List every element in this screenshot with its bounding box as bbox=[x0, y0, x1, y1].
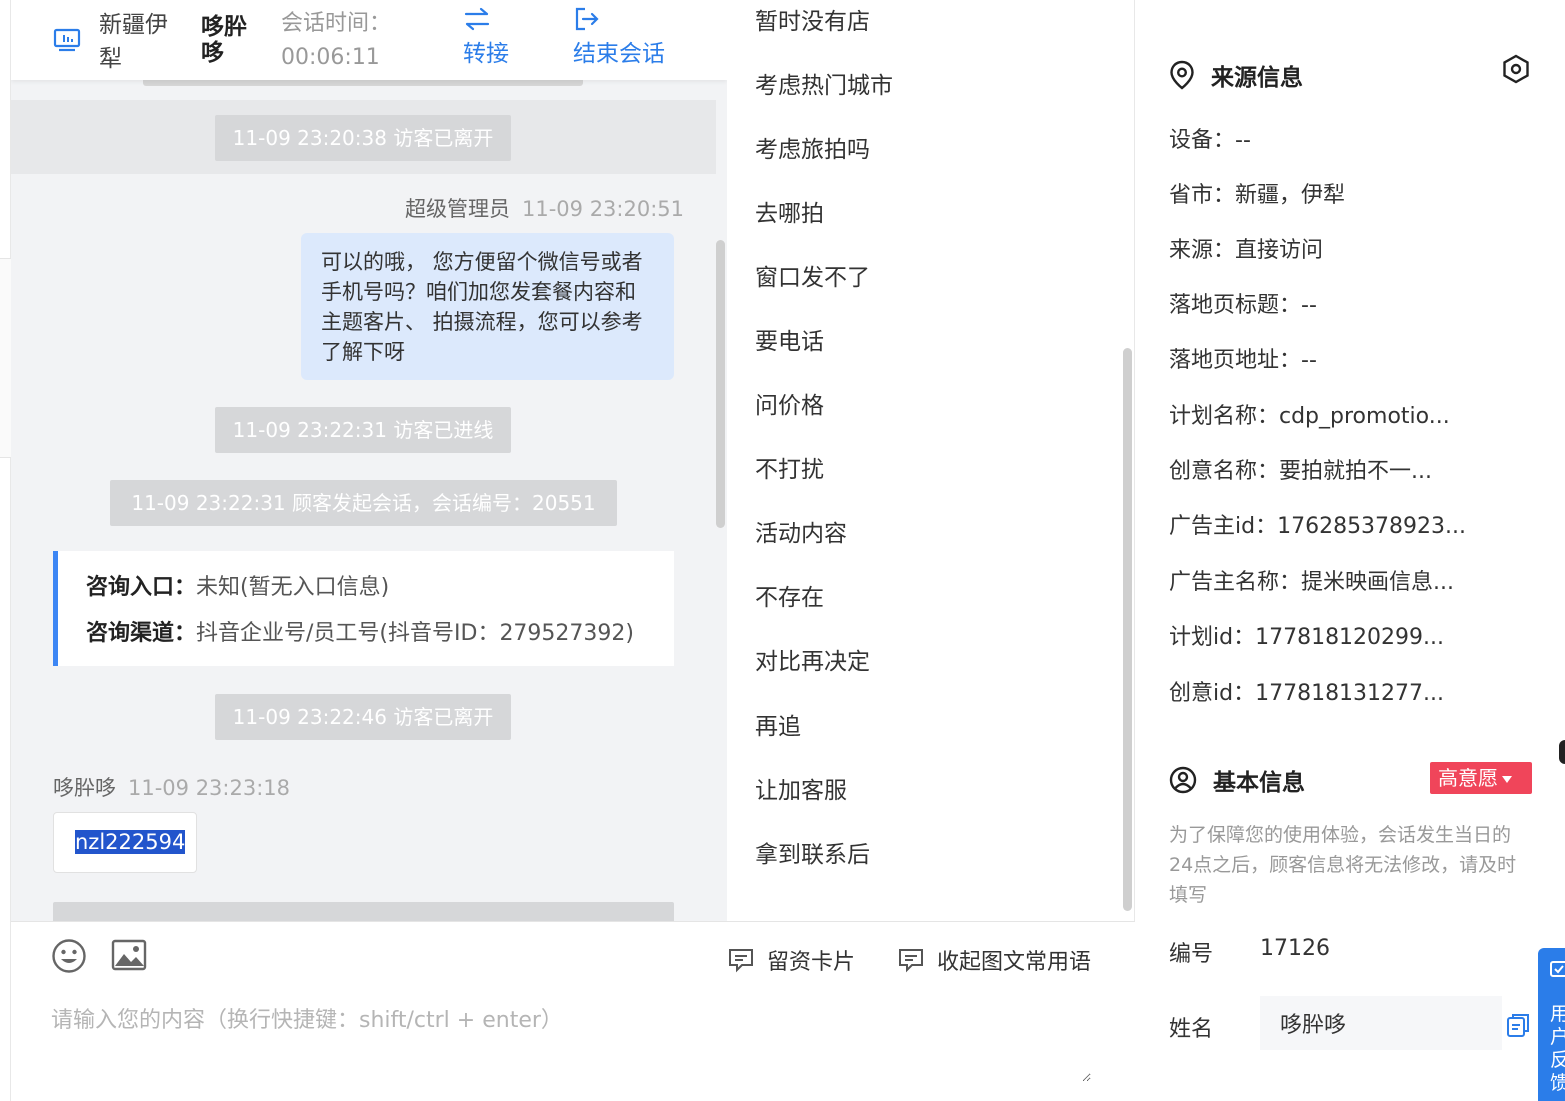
advertiser-name: 广告主名称：提米映画信息... bbox=[1169, 570, 1454, 595]
system-message-partial bbox=[53, 902, 674, 921]
visitor-message-text[interactable]: nzl222594 bbox=[75, 830, 186, 854]
logout-icon bbox=[575, 7, 599, 31]
card-icon bbox=[729, 949, 753, 973]
collapse-common-phrases-button[interactable]: 收起图文常用语 bbox=[897, 944, 1091, 976]
collapse-common-phrases-label: 收起图文常用语 bbox=[937, 950, 1092, 975]
source-device: 设备：-- bbox=[1169, 128, 1251, 153]
end-session-label: 结束会话 bbox=[573, 41, 665, 67]
plan-name: 计划名称：cdp_promotio... bbox=[1169, 404, 1450, 429]
customer-name-label: 姓名 bbox=[1169, 1017, 1214, 1042]
quick-reply-item[interactable]: 考虑热门城市 bbox=[755, 66, 893, 100]
caret-down-icon bbox=[1502, 776, 1512, 783]
edit-deadline-notice: 为了保障您的使用体验，会话发生当日的24点之后，顾客信息将无法修改，请及时填写 bbox=[1169, 824, 1517, 906]
agent-message-bubble: 可以的哦， 您方便留个微信号或者手机号吗？咱们加您发套餐内容和主题客片、 拍摄流… bbox=[301, 233, 674, 380]
agent-name: 超级管理员 bbox=[405, 197, 510, 221]
copy-icon[interactable] bbox=[1505, 1012, 1531, 1038]
feedback-label: 用户反馈 bbox=[1550, 1003, 1565, 1094]
source-info-title: 来源信息 bbox=[1169, 58, 1303, 92]
quick-reply-item[interactable]: 不存在 bbox=[755, 578, 824, 612]
monitor-icon bbox=[53, 28, 81, 52]
quick-reply-item[interactable]: 对比再决定 bbox=[755, 642, 870, 676]
visitor-message-time: 11-09 23:23:18 bbox=[128, 776, 291, 800]
quick-reply-item[interactable]: 考虑旅拍吗 bbox=[755, 130, 870, 164]
creative-id: 创意id：177818131277... bbox=[1169, 681, 1445, 706]
customer-id-label: 编号 bbox=[1169, 942, 1214, 967]
end-session-button[interactable]: 结束会话 bbox=[573, 6, 665, 68]
quick-reply-item[interactable]: 问价格 bbox=[755, 386, 824, 420]
customer-name-field[interactable] bbox=[1260, 996, 1502, 1050]
entry-value: 未知(暂无入口信息) bbox=[196, 575, 390, 600]
lead-card-label: 留资卡片 bbox=[767, 950, 856, 975]
emoji-icon[interactable] bbox=[51, 938, 87, 974]
visitor-name: 哆肸哆 bbox=[201, 14, 247, 66]
quick-reply-item[interactable]: 暂时没有店 bbox=[755, 2, 870, 36]
system-message: 11-09 23:22:31 访客已进线 bbox=[215, 407, 511, 453]
settings-icon[interactable] bbox=[1501, 54, 1531, 84]
feedback-icon bbox=[1550, 961, 1565, 977]
quick-reply-item[interactable]: 要电话 bbox=[755, 322, 824, 356]
image-icon[interactable] bbox=[111, 938, 147, 972]
quick-reply-item[interactable]: 窗口发不了 bbox=[755, 258, 870, 292]
intent-level-value: 高意愿 bbox=[1438, 766, 1498, 790]
source-info-label: 来源信息 bbox=[1211, 65, 1303, 91]
chat-panel: 新疆伊犁 哆肸哆 会话时间： 00:06:11 转接 结束会话 11-09 23… bbox=[11, 0, 727, 921]
user-circle-icon bbox=[1169, 766, 1197, 794]
quick-reply-item[interactable]: 再追 bbox=[755, 707, 801, 741]
quick-reply-item[interactable]: 拿到联系后 bbox=[755, 835, 870, 869]
left-sidebar-edge bbox=[0, 0, 11, 1101]
advertiser-id: 广告主id：176285378923... bbox=[1169, 514, 1467, 539]
message-icon bbox=[899, 949, 923, 973]
visitor-message-bubble[interactable]: nzl222594 bbox=[53, 812, 197, 873]
chat-header: 新疆伊犁 哆肸哆 会话时间： 00:06:11 转接 结束会话 bbox=[11, 0, 727, 80]
message-input[interactable] bbox=[51, 1002, 1091, 1082]
entry-label: 咨询入口： bbox=[86, 575, 197, 600]
channel-value: 抖音企业号/员工号(抖音号ID：279527392) bbox=[196, 621, 634, 646]
landing-page-title: 落地页标题：-- bbox=[1169, 293, 1317, 318]
basic-info-label: 基本信息 bbox=[1213, 770, 1305, 796]
session-duration: 00:06:11 bbox=[281, 45, 380, 70]
creative-name: 创意名称：要拍就拍不一... bbox=[1169, 459, 1432, 484]
visitor-message-meta: 哆肸哆 11-09 23:23:18 bbox=[53, 772, 290, 802]
lead-card-button[interactable]: 留资卡片 bbox=[727, 944, 855, 976]
agent-message-meta: 超级管理员 11-09 23:20:51 bbox=[405, 193, 684, 223]
panel-edge-handle[interactable] bbox=[1559, 740, 1565, 764]
system-message: 11-09 23:22:31 顾客发起会话，会话编号：20551 bbox=[110, 480, 617, 526]
transfer-label: 转接 bbox=[463, 41, 509, 67]
visitor-message-name: 哆肸哆 bbox=[53, 776, 116, 800]
channel-label: 咨询渠道： bbox=[86, 621, 197, 646]
session-time-label: 会话时间： bbox=[281, 11, 392, 36]
quick-reply-item[interactable]: 活动内容 bbox=[755, 514, 847, 548]
system-message: 11-09 23:20:38 访客已离开 bbox=[215, 115, 511, 161]
basic-info-title: 基本信息 bbox=[1169, 763, 1305, 797]
landing-page-url: 落地页地址：-- bbox=[1169, 348, 1317, 373]
message-input-area: 留资卡片 收起图文常用语 bbox=[11, 921, 1135, 1101]
agent-message-time: 11-09 23:20:51 bbox=[522, 197, 685, 221]
source-channel: 来源：直接访问 bbox=[1169, 238, 1324, 263]
feedback-button[interactable]: 用户反馈 bbox=[1538, 948, 1565, 1101]
system-message: 11-09 23:22:46 访客已离开 bbox=[215, 694, 511, 740]
location-pin-icon bbox=[1170, 60, 1194, 90]
transfer-button[interactable]: 转接 bbox=[463, 6, 509, 68]
customer-id-value: 17126 bbox=[1260, 936, 1330, 961]
chat-scrollbar[interactable] bbox=[716, 240, 725, 528]
consult-info-card: 咨询入口：未知(暂无入口信息) 咨询渠道：抖音企业号/员工号(抖音号ID：279… bbox=[53, 551, 674, 666]
quick-reply-item[interactable]: 去哪拍 bbox=[755, 194, 824, 228]
intent-level-dropdown[interactable]: 高意愿 bbox=[1430, 762, 1532, 794]
quick-reply-scrollbar[interactable] bbox=[1123, 348, 1132, 911]
transfer-icon bbox=[464, 7, 490, 31]
quick-reply-item[interactable]: 让加客服 bbox=[755, 771, 847, 805]
quick-reply-item[interactable]: 不打扰 bbox=[755, 450, 824, 484]
customer-info-panel: 来源信息 设备：-- 省市：新疆，伊犁 来源：直接访问 落地页标题：-- 落地页… bbox=[1135, 0, 1565, 1101]
plan-id: 计划id：177818120299... bbox=[1169, 625, 1445, 650]
quick-reply-panel: 暂时没有店 考虑热门城市 考虑旅拍吗 去哪拍 窗口发不了 要电话 问价格 不打扰… bbox=[727, 0, 1135, 921]
visitor-location: 新疆伊犁 bbox=[99, 12, 168, 72]
left-sidebar-selected-item[interactable] bbox=[0, 258, 11, 458]
source-region: 省市：新疆，伊犁 bbox=[1169, 183, 1346, 208]
